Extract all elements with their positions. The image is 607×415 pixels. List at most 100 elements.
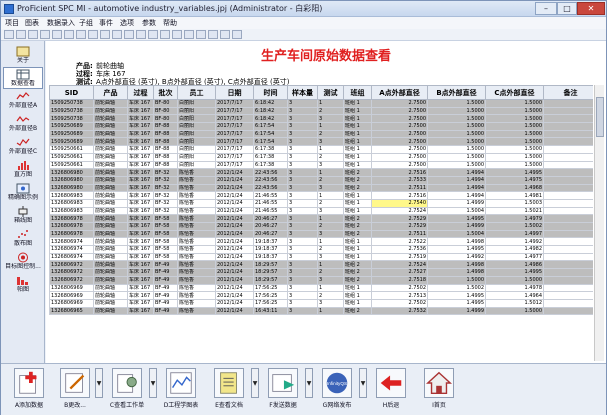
table-row[interactable]: 1326806983 前轮曲轴 车床 167 BF-32 陈恰香 2012/1/24 21:…: [49, 206, 593, 216]
toolbar-paste-icon[interactable]: [76, 30, 86, 39]
maximize-button[interactable]: □: [557, 2, 577, 15]
worksheet-dropdown[interactable]: ▼: [149, 368, 157, 398]
toolbar-cut-icon[interactable]: [52, 30, 62, 39]
table-row[interactable]: 1509250738 前轮曲轴 车床 167 BF-80 白丽阳 2017/7/17 6:1…: [49, 114, 593, 124]
toolbar-grid-icon[interactable]: [160, 30, 170, 39]
document-dropdown[interactable]: ▼: [251, 368, 259, 398]
column-header[interactable]: 样本量: [287, 85, 318, 100]
sidebar-item-pareto[interactable]: 帕图: [3, 274, 43, 296]
web-publish-dropdown[interactable]: ▼: [359, 368, 367, 398]
table-row[interactable]: 1509250661 前轮曲轴 车床 167 BF-88 白丽阳 2017/7/17 6:1…: [49, 152, 593, 162]
engineering-chart-button[interactable]: D工程学图表: [161, 368, 201, 412]
column-header[interactable]: 班组: [343, 85, 372, 100]
table-row[interactable]: 1326806969 前轮曲轴 车床 167 BF-49 陈恰香 2012/1/24 17:…: [49, 291, 593, 300]
table-row[interactable]: 1509250689 前轮曲轴 车床 167 BF-88 白丽阳 2017/7/17 6:1…: [49, 122, 593, 131]
table-row[interactable]: 1326806972 前轮曲轴 车床 167 BF-49 陈恰香 2012/1/24 18:…: [49, 260, 593, 270]
table-row[interactable]: 1509250661 前轮曲轴 车床 167 BF-88 白丽阳 2017/7/17 6:1…: [49, 160, 593, 170]
sidebar-item-about[interactable]: 关于: [3, 45, 43, 67]
view-worksheet-button[interactable]: C查看工作单: [107, 368, 147, 412]
table-row[interactable]: 1326806969 前轮曲轴 车床 167 BF-49 陈恰香 2012/1/24 17:…: [49, 283, 593, 293]
menu-item-subgroup[interactable]: 子组: [79, 18, 93, 28]
menu-item-chart[interactable]: 图表: [25, 18, 39, 28]
toolbar-settings-icon[interactable]: [196, 30, 206, 39]
table-row[interactable]: 1326806978 前轮曲轴 车床 167 BF-58 陈恰香 2012/1/24 20:…: [49, 222, 593, 231]
menu-item-events[interactable]: 事件: [99, 18, 113, 28]
column-header[interactable]: 批次: [153, 85, 178, 100]
menu-item-options[interactable]: 选项: [120, 18, 134, 28]
table-row[interactable]: 1326806974 前轮曲轴 车床 167 BF-58 陈恰香 2012/1/24 19:…: [49, 245, 593, 254]
menu-item-help[interactable]: 帮助: [163, 18, 177, 28]
table-row[interactable]: 1326806974 前轮曲轴 车床 167 BF-58 陈恰香 2012/1/24 19:…: [49, 252, 593, 262]
table-row[interactable]: 1326806978 前轮曲轴 车床 167 BF-58 陈恰香 2012/1/24 20:…: [49, 214, 593, 223]
sidebar-item-precision-chart[interactable]: 精确图示例: [3, 182, 43, 204]
table-row[interactable]: 1326806972 前轮曲轴 车床 167 BF-49 陈恰香 2012/1/24 18:…: [49, 275, 593, 285]
change-button[interactable]: B更改...: [57, 368, 93, 412]
view-document-button[interactable]: E查看文档: [209, 368, 249, 412]
add-data-button[interactable]: A添加数据: [9, 368, 49, 412]
toolbar-calc-icon[interactable]: [148, 30, 158, 39]
table-row[interactable]: 1326806980 前轮曲轴 车床 167 BF-32 陈恰香 2012/1/24 22:…: [49, 175, 593, 185]
table-row[interactable]: 1509250661 前轮曲轴 车床 167 BF-88 白丽阳 2017/7/17 6:1…: [49, 145, 593, 154]
toolbar-open-icon[interactable]: [16, 30, 26, 39]
table-row[interactable]: 1509250738 前轮曲轴 车床 167 BF-80 白丽阳 2017/7/17 6:1…: [49, 106, 593, 116]
toolbar-copy-icon[interactable]: [64, 30, 74, 39]
toolbar-table-icon[interactable]: [112, 30, 122, 39]
toolbar-save-icon[interactable]: [28, 30, 38, 39]
vertical-scrollbar[interactable]: [594, 85, 604, 361]
toolbar-refresh-icon[interactable]: [184, 30, 194, 39]
send-data-button[interactable]: F发送数据: [263, 368, 303, 412]
table-row[interactable]: 1326806965 前轮曲轴 车床 167 BF-49 陈恰香 2012/1/24 16:…: [49, 306, 593, 316]
table-row[interactable]: 1326806969 前轮曲轴 车床 167 BF-49 陈恰香 2012/1/24 17:…: [49, 298, 593, 308]
column-header[interactable]: B点外部直径: [427, 85, 486, 100]
table-row[interactable]: 1509250689 前轮曲轴 车床 167 BF-88 白丽阳 2017/7/17 6:1…: [49, 137, 593, 147]
table-row[interactable]: 1326806980 前轮曲轴 车床 167 BF-32 陈恰香 2012/1/24 22:…: [49, 168, 593, 177]
toolbar-print-icon[interactable]: [40, 30, 50, 39]
scrollbar-thumb[interactable]: [596, 97, 604, 137]
sidebar-item-box-plot[interactable]: 箱线图: [3, 205, 43, 227]
minimize-button[interactable]: –: [535, 2, 557, 15]
send-data-dropdown[interactable]: ▼: [305, 368, 313, 398]
column-header[interactable]: 备注: [543, 85, 593, 100]
toolbar-user-icon[interactable]: [208, 30, 218, 39]
column-header[interactable]: 过程: [127, 85, 154, 100]
toolbar-help-icon[interactable]: [232, 30, 242, 39]
change-dropdown[interactable]: ▼: [95, 368, 103, 398]
sidebar-item-outer-diameter-b[interactable]: 外部直径B: [3, 113, 43, 135]
column-header[interactable]: 测试: [317, 85, 344, 100]
toolbar-histogram-icon[interactable]: [100, 30, 110, 39]
table-row[interactable]: 1326806978 前轮曲轴 车床 167 BF-58 陈恰香 2012/1/24 20:…: [49, 229, 593, 239]
toolbar-filter-icon[interactable]: [124, 30, 134, 39]
column-header[interactable]: 产品: [93, 85, 128, 100]
table-row[interactable]: 1326806983 前轮曲轴 车床 167 BF-32 陈恰香 2012/1/24 21:…: [49, 191, 593, 200]
column-header[interactable]: A点外部直径: [371, 85, 428, 100]
sidebar-item-outer-diameter-c[interactable]: 外部直径C: [3, 136, 43, 158]
table-row[interactable]: 1509250738 前轮曲轴 车床 167 BF-80 白丽阳 2017/7/17 6:1…: [49, 99, 593, 108]
table-row[interactable]: 1326806980 前轮曲轴 车床 167 BF-32 陈恰香 2012/1/24 22:…: [49, 183, 593, 193]
sidebar-item-outer-diameter-a[interactable]: 外部直径A: [3, 90, 43, 112]
menu-item-data-entry[interactable]: 数据录入: [47, 18, 75, 28]
table-row[interactable]: 1326806972 前轮曲轴 车床 167 BF-49 陈恰香 2012/1/24 18:…: [49, 268, 593, 277]
sidebar-item-histogram[interactable]: 直方图: [3, 159, 43, 181]
toolbar-chart-icon[interactable]: [88, 30, 98, 39]
web-publish-button[interactable]: InfinityQS G网络发布: [317, 368, 357, 412]
sidebar-item-scatter-plot[interactable]: 散布图: [3, 228, 43, 250]
toolbar-zoom-icon[interactable]: [172, 30, 182, 39]
menu-item-project[interactable]: 项目: [5, 18, 19, 28]
column-header[interactable]: 时间: [253, 85, 288, 100]
column-header[interactable]: 员工: [177, 85, 216, 100]
sidebar-item-target-chart[interactable]: 目标图控制...: [3, 251, 43, 273]
toolbar-alarm-icon[interactable]: [136, 30, 146, 39]
table-row[interactable]: 1326806983 前轮曲轴 车床 167 BF-32 陈恰香 2012/1/24 21:…: [49, 198, 593, 208]
back-button[interactable]: H后退: [371, 368, 411, 412]
column-header[interactable]: 日期: [215, 85, 254, 100]
close-button[interactable]: ✕: [577, 2, 605, 15]
column-header[interactable]: SID: [49, 85, 94, 100]
table-row[interactable]: 1326806974 前轮曲轴 车床 167 BF-58 陈恰香 2012/1/24 19:…: [49, 237, 593, 247]
home-button[interactable]: I首页: [419, 368, 459, 412]
sidebar-item-data-view[interactable]: 数据查看: [3, 67, 43, 89]
table-row[interactable]: 1509250689 前轮曲轴 车床 167 BF-88 白丽阳 2017/7/17 6:1…: [49, 129, 593, 139]
toolbar-export-icon[interactable]: [220, 30, 230, 39]
menu-item-parameters[interactable]: 参数: [142, 18, 156, 28]
column-header[interactable]: C点外部直径: [485, 85, 544, 100]
toolbar-new-icon[interactable]: [4, 30, 14, 39]
